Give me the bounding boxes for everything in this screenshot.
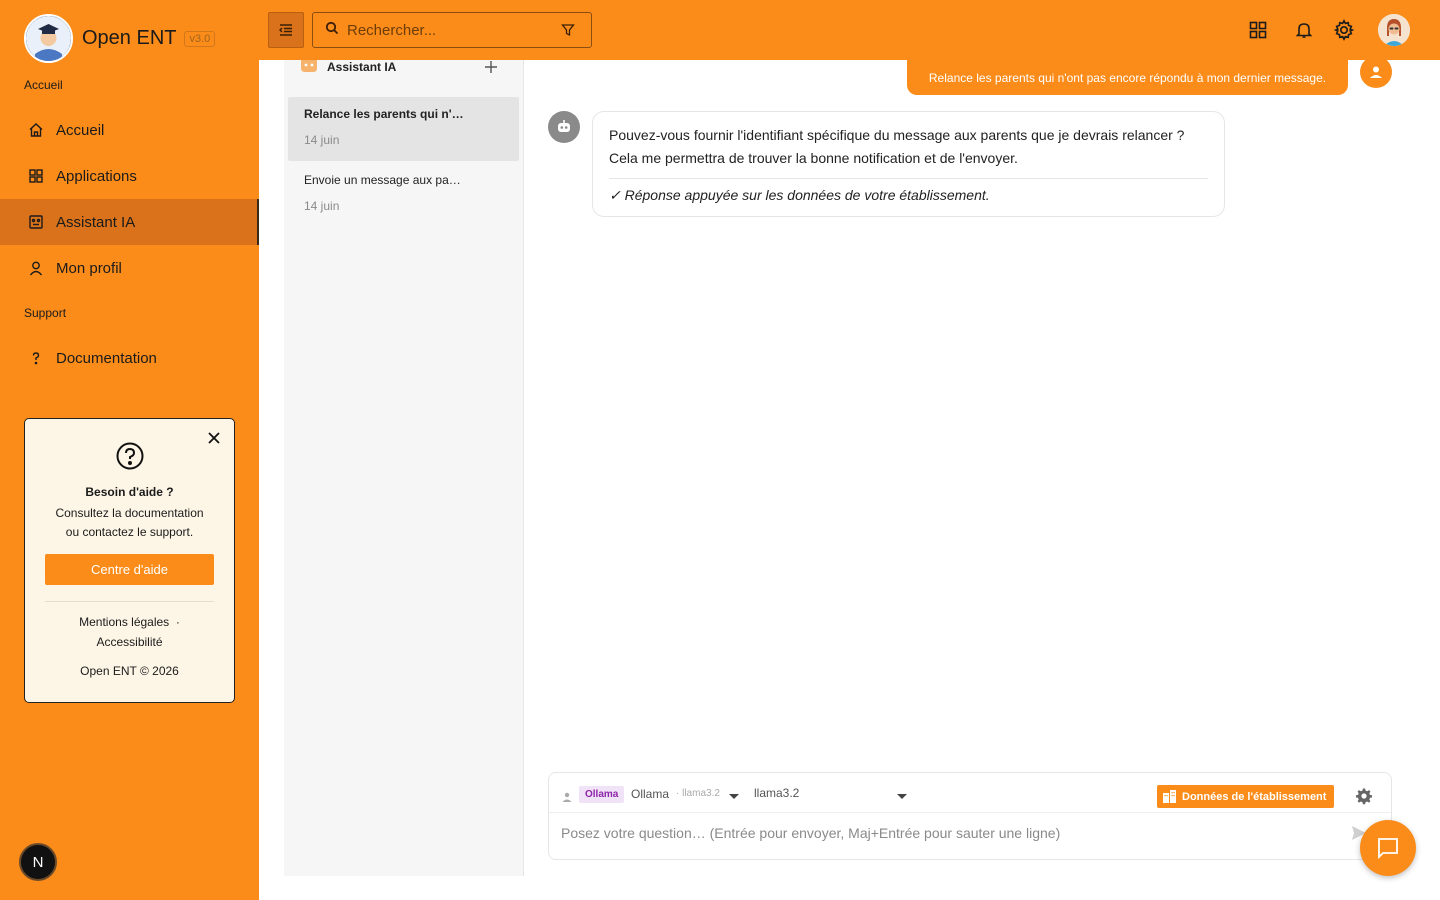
sidebar-item-applications[interactable]: Applications (0, 153, 259, 199)
copyright: Open ENT © 2026 (80, 664, 179, 678)
bot-message-line: Pouvez-vous fournir l'identifiant spécif… (609, 127, 1185, 143)
robot-icon (28, 214, 44, 230)
filter-icon[interactable] (561, 23, 575, 37)
conversations-header: Assistant IA (300, 60, 396, 74)
home-icon (28, 122, 44, 138)
menu-toggle-button[interactable] (268, 12, 304, 48)
conversations-title: Assistant IA (327, 60, 397, 74)
link-separator: · (175, 615, 180, 629)
bot-avatar (548, 111, 580, 143)
close-icon[interactable] (206, 430, 222, 446)
school-data-label: Données de l'établissement (1182, 790, 1327, 803)
question-input[interactable] (561, 825, 1341, 841)
conversation-date: 14 juin (304, 133, 340, 147)
divider (609, 178, 1208, 179)
search-box[interactable] (312, 12, 592, 48)
sidebar: Open ENT v3.0 Accueil Accueil Applicatio… (0, 0, 259, 900)
help-center-button[interactable]: Centre d'aide (45, 554, 214, 585)
help-title: Besoin d'aide ? (85, 485, 174, 499)
help-text-line: ou contactez le support. (65, 525, 194, 539)
provider-name[interactable]: Ollama (631, 787, 669, 801)
topbar (259, 0, 1440, 60)
question-icon (28, 350, 44, 366)
sidebar-item-label: Accueil (56, 121, 105, 139)
legal-link[interactable]: Mentions légales (79, 615, 169, 629)
search-input[interactable] (347, 21, 547, 39)
conversation-title: Envoie un message aux pa… (304, 173, 461, 187)
composer: Ollama Ollama · llama3.2 llama3.2 Donnée… (548, 772, 1392, 860)
robot-icon (300, 60, 318, 74)
school-data-button[interactable]: Données de l'établissement (1157, 785, 1335, 808)
gear-icon[interactable] (1333, 19, 1355, 41)
section-label-home: Accueil (24, 78, 63, 92)
help-circle-icon (115, 441, 145, 471)
chat-bubble-icon (1378, 838, 1398, 859)
app-logo (24, 14, 73, 63)
user-icon (28, 260, 44, 276)
search-icon (325, 21, 339, 40)
sidebar-item-documentation[interactable]: Documentation (0, 335, 259, 381)
app-name: Open ENT (82, 27, 177, 49)
bot-message-text: Pouvez-vous fournir l'identifiant spécif… (609, 124, 1208, 170)
sidebar-item-label: Assistant IA (56, 213, 136, 231)
conversation-title: Relance les parents qui n'… (304, 107, 464, 121)
brand[interactable]: Open ENT v3.0 (24, 14, 216, 63)
person-icon (562, 789, 572, 802)
user-message: Relance les parents qui n'ont pas encore… (907, 60, 1348, 95)
bell-icon[interactable] (1293, 19, 1315, 41)
provider-badge: Ollama (579, 786, 625, 803)
conversation-date: 14 juin (304, 199, 340, 213)
chevron-down-icon[interactable] (897, 794, 907, 799)
conversations-panel: Assistant IA Relance les parents qui n'…… (284, 60, 524, 876)
conversation-item[interactable]: Envoie un message aux pa… 14 juin (288, 163, 519, 227)
building-icon (1163, 790, 1176, 803)
sidebar-item-accueil[interactable]: Accueil (0, 107, 259, 153)
help-links: Mentions légales · Accessibilité (25, 612, 234, 652)
menu-collapse-icon (279, 24, 292, 36)
robot-icon (558, 120, 570, 132)
sidebar-item-label: Applications (56, 167, 137, 185)
sidebar-item-label: Mon profil (56, 259, 122, 277)
help-card: Besoin d'aide ? Consultez la documentati… (24, 418, 235, 703)
apps-grid-icon (28, 168, 44, 184)
user-avatar (1360, 56, 1392, 88)
version-badge: v3.0 (184, 30, 216, 47)
section-label-support: Support (24, 306, 67, 320)
conversation-item[interactable]: Relance les parents qui n'… 14 juin (288, 97, 519, 161)
composer-toolbar: Ollama Ollama · llama3.2 llama3.2 Donnée… (549, 773, 1391, 813)
avatar[interactable] (1378, 14, 1410, 46)
sidebar-item-assistant-ia[interactable]: Assistant IA (0, 199, 259, 245)
help-text-line: Consultez la documentation (55, 506, 204, 520)
gear-icon[interactable] (1355, 787, 1373, 805)
bot-message: Pouvez-vous fournir l'identifiant spécif… (592, 111, 1225, 217)
sidebar-item-mon-profil[interactable]: Mon profil (0, 245, 259, 291)
accessibility-link[interactable]: Accessibilité (96, 635, 162, 649)
add-conversation-icon[interactable] (484, 60, 498, 74)
chat-fab-button[interactable] (1360, 820, 1416, 876)
sidebar-item-label: Documentation (56, 349, 157, 367)
n-badge[interactable]: N (19, 843, 57, 881)
user-icon (1370, 66, 1382, 78)
chevron-down-icon[interactable] (729, 794, 739, 799)
divider (45, 601, 214, 602)
provider-model: · llama3.2 (676, 788, 720, 799)
model-select[interactable]: llama3.2 (754, 786, 799, 800)
help-text: Consultez la documentation ou contactez … (25, 504, 234, 542)
bot-message-line: Cela me permettra de trouver la bonne no… (609, 150, 1018, 166)
apps-grid-icon[interactable] (1247, 19, 1269, 41)
bot-source-note: ✓ Réponse appuyée sur les données de vot… (609, 187, 990, 203)
